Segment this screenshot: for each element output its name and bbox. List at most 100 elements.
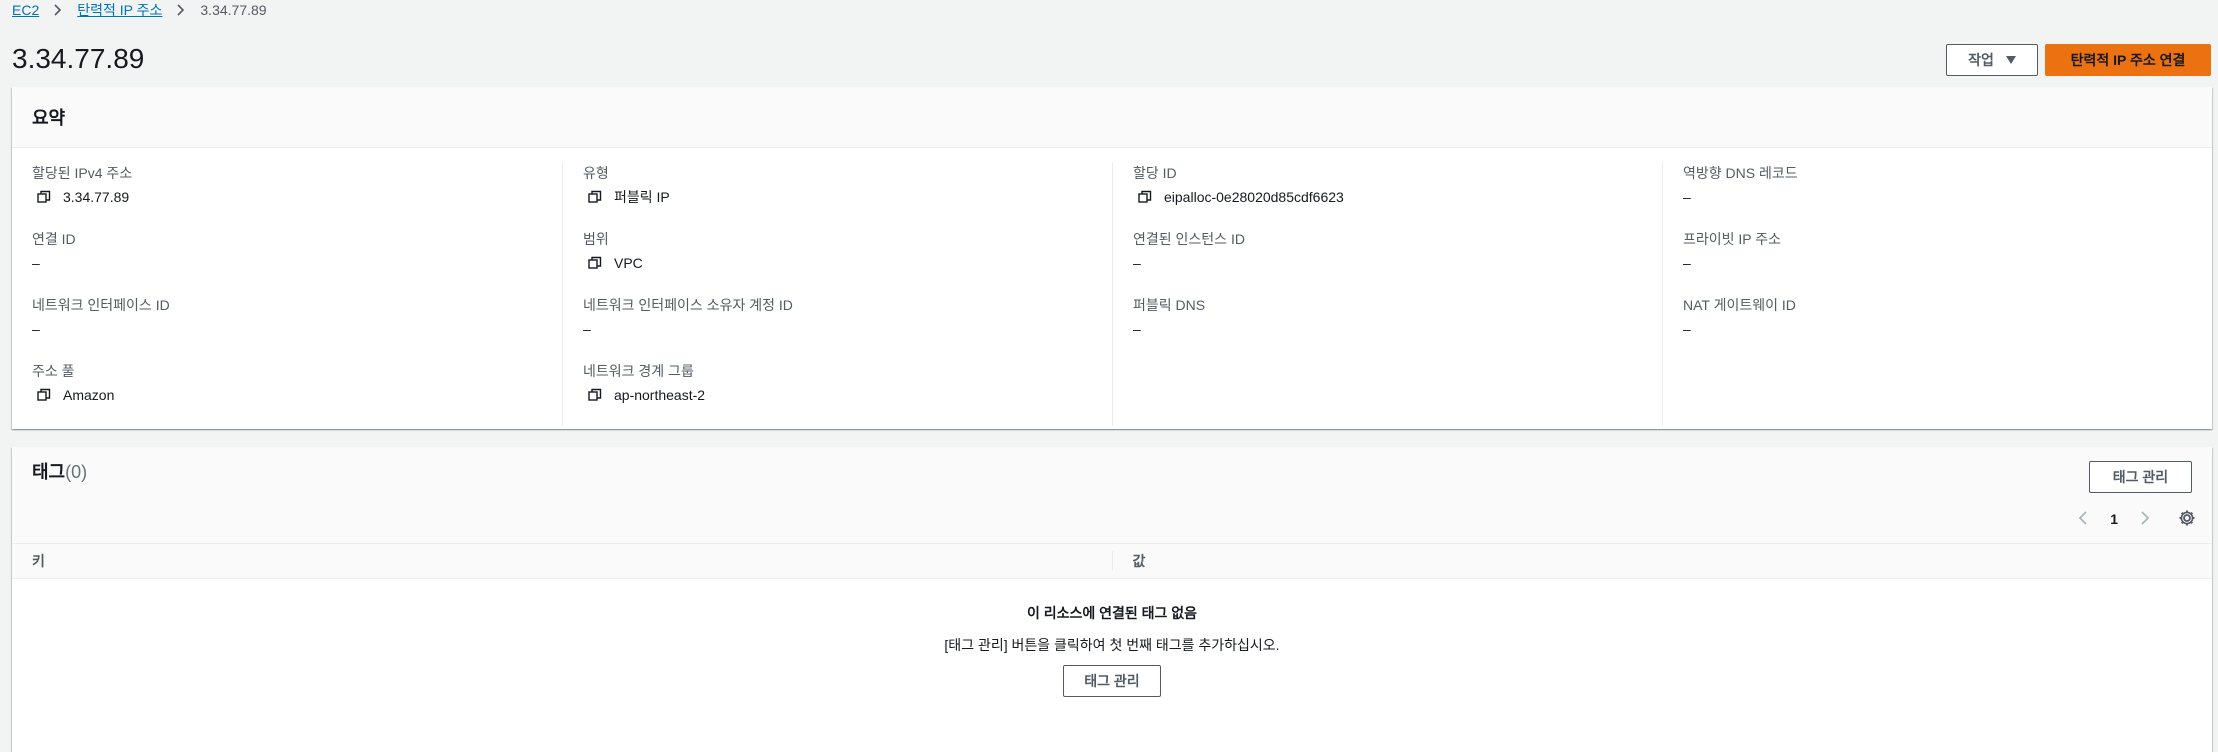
page-title: 3.34.77.89 [12,43,145,74]
copy-icon[interactable] [37,190,51,204]
summary-field: NAT 게이트웨이 ID – [1683,294,2192,360]
field-value-row: 3.34.77.89 [32,186,542,208]
field-label: 역방향 DNS 레코드 [1683,165,1798,181]
field-label: 할당된 IPv4 주소 [32,165,133,181]
field-value: 퍼블릭 IP [614,189,670,205]
chevron-right-icon [176,4,186,16]
field-value: eipalloc-0e28020d85cdf6623 [1164,189,1344,205]
field-value: – [583,321,591,337]
summary-grid: 할당된 IPv4 주소 3.34.77.89 연결 ID – 네트워크 인터페이스 ID… [12,148,2212,436]
page-number[interactable]: 1 [2110,511,2118,527]
tags-header: 태그(0) 태그 관리 [12,447,2212,495]
breadcrumb: EC2 탄력적 IP 주소 3.34.77.89 [12,0,267,20]
field-label: 네트워크 인터페이스 ID [32,297,170,313]
caret-down-icon [2005,56,2016,64]
field-value: – [1683,189,1691,205]
summary-field: 유형퍼블릭 IP [583,162,1092,228]
empty-manage-tags-button[interactable]: 태그 관리 [1063,665,1161,697]
copy-icon[interactable] [1138,190,1152,204]
field-label: 유형 [583,165,609,181]
chevron-right-icon[interactable] [2140,510,2150,529]
summary-column: 할당 ID eipalloc-0e28020d85cdf6623 연결된 인스턴스 … [1112,162,1662,426]
field-value-row: eipalloc-0e28020d85cdf6623 [1133,186,1642,208]
empty-state: 이 리소스에 연결된 태그 없음 [태그 관리] 버튼을 클릭하여 첫 번째 태… [12,579,2212,697]
chevron-right-icon [53,4,63,16]
field-value: – [1683,255,1691,271]
summary-field: 할당된 IPv4 주소 3.34.77.89 [32,162,542,228]
field-value-row: – [583,318,1092,340]
field-label: 연결된 인스턴스 ID [1133,231,1245,247]
summary-column: 유형퍼블릭 IP 범위 VPC 네트워크 인터페이스 소유자 계정 ID – 네트워크 경… [562,162,1112,426]
empty-manage-tags-label: 태그 관리 [1084,673,1140,689]
summary-field: 프라이빗 IP 주소 – [1683,228,2192,294]
summary-field: 할당 ID eipalloc-0e28020d85cdf6623 [1133,162,1642,228]
breadcrumb-current: 3.34.77.89 [200,2,267,18]
field-value: 3.34.77.89 [63,189,130,205]
summary-column: 역방향 DNS 레코드 – 프라이빗 IP 주소 – NAT 게이트웨이 ID – [1662,162,2212,426]
field-value-row: ap-northeast-2 [583,384,1092,406]
tags-title: 태그(0) [32,458,87,484]
field-value-row: – [1683,186,2192,208]
breadcrumb-ec2-link[interactable]: EC2 [12,2,39,18]
field-value-row: VPC [583,252,1092,274]
gear-icon[interactable] [2178,509,2196,530]
summary-field: 네트워크 인터페이스 소유자 계정 ID – [583,294,1092,360]
empty-description: [태그 관리] 버튼을 클릭하여 첫 번째 태그를 추가하십시오. [944,637,1280,653]
tags-table-header: 키 값 [12,543,2212,579]
field-value-row: 퍼블릭 IP [583,186,1092,208]
pagination: 1 [2078,495,2196,543]
summary-field: 역방향 DNS 레코드 – [1683,162,2192,228]
field-label: 연결 ID [32,231,76,247]
field-label: 범위 [583,231,609,247]
field-label: 퍼블릭 DNS [1133,297,1206,313]
empty-title: 이 리소스에 연결된 태그 없음 [1026,605,1198,621]
field-value-row: – [32,318,542,340]
field-label: 할당 ID [1133,165,1177,181]
copy-icon[interactable] [588,388,602,402]
manage-tags-button[interactable]: 태그 관리 [2089,461,2192,493]
summary-title: 요약 [32,108,66,128]
summary-panel: 요약 할당된 IPv4 주소 3.34.77.89 연결 ID – 네트워크 인터페이스… [12,87,2212,429]
chevron-left-icon[interactable] [2078,510,2088,529]
field-value: – [32,255,40,271]
summary-header: 요약 [12,87,2212,148]
field-value-row: – [1133,252,1642,274]
manage-tags-label: 태그 관리 [2112,469,2169,485]
field-label: NAT 게이트웨이 ID [1683,297,1796,313]
field-value: ap-northeast-2 [614,387,706,403]
summary-field: 네트워크 경계 그룹 ap-northeast-2 [583,360,1092,426]
field-value-row: – [32,252,542,274]
field-value: – [1133,255,1141,271]
tags-title-text: 태그 [32,462,66,482]
summary-field: 주소 풀 Amazon [32,360,542,426]
associate-label: 탄력적 IP 주소 연결 [2070,52,2186,68]
field-value-row: – [1683,318,2192,340]
associate-elastic-ip-button[interactable]: 탄력적 IP 주소 연결 [2045,44,2211,76]
field-label: 네트워크 인터페이스 소유자 계정 ID [583,297,793,313]
summary-field: 연결 ID – [32,228,542,294]
summary-field: 범위 VPC [583,228,1092,294]
field-label: 프라이빗 IP 주소 [1683,231,1782,247]
field-value: – [1683,321,1691,337]
copy-icon[interactable] [588,256,602,270]
field-value-row: – [1683,252,2192,274]
tags-toolbar: 1 [12,495,2212,543]
tags-count: (0) [65,462,88,482]
actions-label: 작업 [1968,52,1994,68]
summary-field: 퍼블릭 DNS – [1133,294,1642,360]
field-value-row: – [1133,318,1642,340]
tags-panel: 태그(0) 태그 관리 1 키 값 이 리소스에 연결된 태그 없음 [태그 관… [12,447,2212,752]
column-header-key[interactable]: 키 [12,551,1112,571]
summary-field: 연결된 인스턴스 ID – [1133,228,1642,294]
actions-dropdown-button[interactable]: 작업 [1946,44,2038,76]
field-value: – [1133,321,1141,337]
breadcrumb-elastic-ip-link[interactable]: 탄력적 IP 주소 [77,0,162,20]
field-value: – [32,321,40,337]
field-value-row: Amazon [32,384,542,406]
copy-icon[interactable] [37,388,51,402]
column-header-value[interactable]: 값 [1111,551,2213,571]
summary-field: 네트워크 인터페이스 ID – [32,294,542,360]
field-value: Amazon [63,387,115,403]
copy-icon[interactable] [588,190,602,204]
summary-column: 할당된 IPv4 주소 3.34.77.89 연결 ID – 네트워크 인터페이스 ID… [12,162,562,426]
